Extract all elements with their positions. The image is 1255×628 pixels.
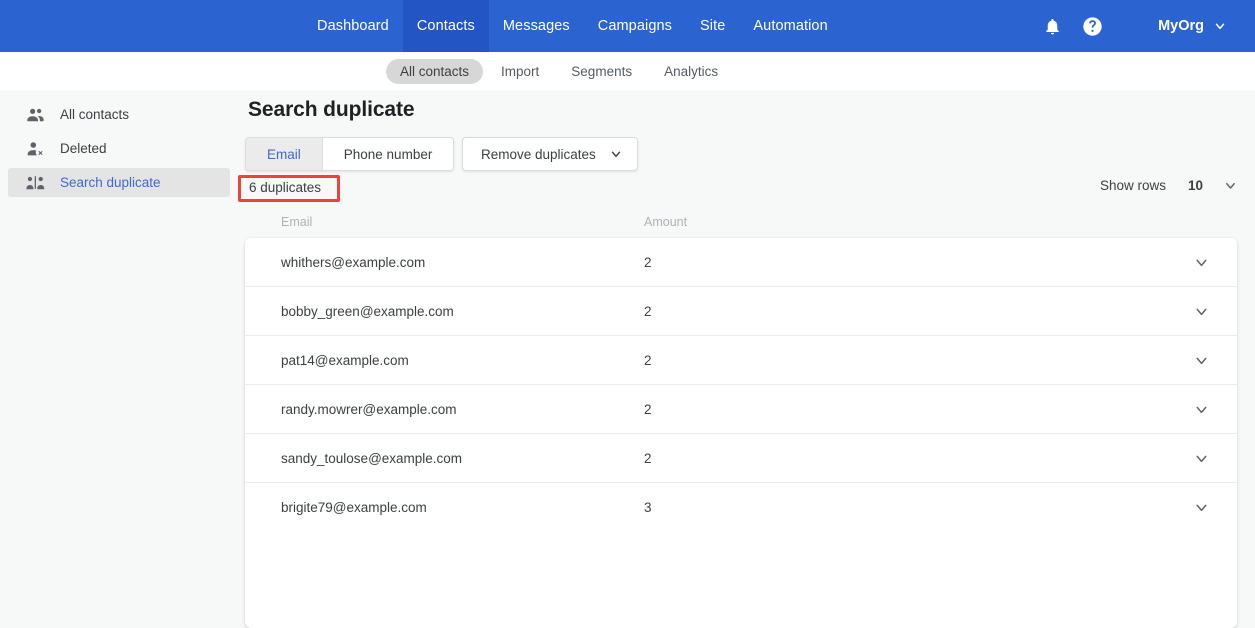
header-actions: MyOrg bbox=[1032, 0, 1255, 52]
subnav-item-all-contacts[interactable]: All contacts bbox=[386, 58, 484, 84]
nav-item-contacts[interactable]: Contacts bbox=[402, 0, 489, 52]
row-expand-chevron-down-icon[interactable] bbox=[1193, 499, 1210, 516]
subnav-item-import[interactable]: Import bbox=[487, 59, 553, 84]
nav-item-dashboard[interactable]: Dashboard bbox=[303, 0, 403, 52]
table-row[interactable]: bobby_green@example.com 2 bbox=[245, 287, 1237, 336]
sidebar-item-label: Deleted bbox=[60, 141, 107, 156]
nav-item-label: Automation bbox=[753, 18, 828, 34]
duplicates-count-text: 6 duplicates bbox=[249, 180, 322, 195]
nav-item-label: Site bbox=[700, 18, 726, 34]
subnav-item-segments[interactable]: Segments bbox=[557, 59, 646, 84]
organization-label: MyOrg bbox=[1158, 18, 1204, 34]
row-expand-chevron-down-icon[interactable] bbox=[1193, 352, 1210, 369]
chevron-down-icon bbox=[609, 147, 623, 161]
main-content: Search duplicate Email Phone number Remo… bbox=[238, 90, 1255, 628]
remove-duplicates-label: Remove duplicates bbox=[481, 146, 596, 162]
help-circle-icon bbox=[1082, 16, 1103, 37]
remove-duplicates-button[interactable]: Remove duplicates bbox=[462, 137, 638, 171]
person-remove-icon bbox=[26, 140, 48, 158]
sidebar-item-deleted[interactable]: Deleted bbox=[8, 134, 230, 163]
table-row[interactable]: randy.mowrer@example.com 2 bbox=[245, 385, 1237, 434]
table-row[interactable]: whithers@example.com 2 bbox=[245, 238, 1237, 287]
cell-email: bobby_green@example.com bbox=[281, 303, 454, 319]
segment-email[interactable]: Email bbox=[246, 138, 322, 170]
nav-item-campaigns[interactable]: Campaigns bbox=[584, 0, 686, 52]
column-header-email: Email bbox=[281, 215, 313, 229]
subnav-item-label: All contacts bbox=[400, 63, 470, 79]
subnav-item-label: Import bbox=[501, 63, 540, 79]
duplicate-people-icon bbox=[26, 174, 48, 192]
nav-item-label: Contacts bbox=[416, 18, 475, 34]
sidebar-item-search-duplicate[interactable]: Search duplicate bbox=[8, 168, 230, 197]
duplicates-table: whithers@example.com 2 bobby_green@examp… bbox=[245, 238, 1237, 628]
cell-amount: 2 bbox=[644, 254, 652, 270]
chevron-down-icon bbox=[1213, 19, 1227, 33]
table-column-headers: Email Amount bbox=[238, 215, 1255, 235]
bell-icon bbox=[1043, 17, 1062, 36]
nav-item-site[interactable]: Site bbox=[686, 0, 739, 52]
row-expand-chevron-down-icon[interactable] bbox=[1193, 450, 1210, 467]
subnav-item-label: Segments bbox=[571, 63, 633, 79]
row-expand-chevron-down-icon[interactable] bbox=[1193, 401, 1210, 418]
sidebar-item-label: All contacts bbox=[60, 107, 130, 122]
top-header-bar: Dashboard Contacts Messages Campaigns Si… bbox=[0, 0, 1255, 52]
notifications-button[interactable] bbox=[1032, 0, 1072, 52]
left-sidebar: All contacts Deleted Search duplicate bbox=[0, 90, 238, 553]
segment-label: Phone number bbox=[343, 146, 433, 162]
organization-menu[interactable]: MyOrg bbox=[1158, 18, 1227, 34]
nav-item-label: Messages bbox=[502, 18, 570, 34]
nav-item-automation[interactable]: Automation bbox=[739, 0, 841, 52]
cell-email: brigite79@example.com bbox=[281, 500, 427, 515]
show-rows-value: 10 bbox=[1187, 178, 1203, 193]
segment-label: Email bbox=[267, 146, 301, 162]
sidebar-item-label: Search duplicate bbox=[60, 175, 161, 190]
cell-email: pat14@example.com bbox=[281, 352, 409, 368]
nav-item-label: Campaigns bbox=[597, 18, 673, 34]
table-row[interactable]: sandy_toulose@example.com 2 bbox=[245, 434, 1237, 483]
chevron-down-icon bbox=[1223, 178, 1238, 193]
cell-email: randy.mowrer@example.com bbox=[281, 401, 457, 417]
secondary-navigation: All contacts Import Segments Analytics bbox=[0, 52, 1255, 90]
row-expand-chevron-down-icon[interactable] bbox=[1193, 254, 1210, 271]
table-row[interactable]: brigite79@example.com 3 bbox=[245, 483, 1237, 532]
table-row[interactable]: pat14@example.com 2 bbox=[245, 336, 1237, 385]
nav-item-messages[interactable]: Messages bbox=[489, 0, 584, 52]
primary-navigation: Dashboard Contacts Messages Campaigns Si… bbox=[303, 0, 842, 52]
cell-email: sandy_toulose@example.com bbox=[281, 450, 463, 466]
show-rows-selector[interactable]: Show rows 10 bbox=[1100, 178, 1238, 193]
cell-amount: 2 bbox=[644, 450, 652, 466]
show-rows-label: Show rows bbox=[1099, 178, 1166, 193]
segment-phone-number[interactable]: Phone number bbox=[322, 138, 454, 170]
cell-email: whithers@example.com bbox=[281, 254, 426, 270]
people-icon bbox=[26, 106, 48, 124]
nav-item-label: Dashboard bbox=[317, 18, 389, 34]
cell-amount: 3 bbox=[644, 500, 652, 515]
column-header-amount: Amount bbox=[644, 215, 688, 229]
row-expand-chevron-down-icon[interactable] bbox=[1193, 303, 1210, 320]
subnav-item-label: Analytics bbox=[664, 63, 719, 79]
page-title: Search duplicate bbox=[248, 98, 415, 121]
help-button[interactable] bbox=[1072, 0, 1112, 52]
cell-amount: 2 bbox=[644, 352, 652, 368]
search-type-segmented-control: Email Phone number bbox=[245, 137, 455, 171]
cell-amount: 2 bbox=[644, 401, 652, 417]
subnav-item-analytics[interactable]: Analytics bbox=[650, 59, 732, 84]
cell-amount: 2 bbox=[644, 303, 652, 319]
sidebar-item-all-contacts[interactable]: All contacts bbox=[8, 100, 230, 129]
